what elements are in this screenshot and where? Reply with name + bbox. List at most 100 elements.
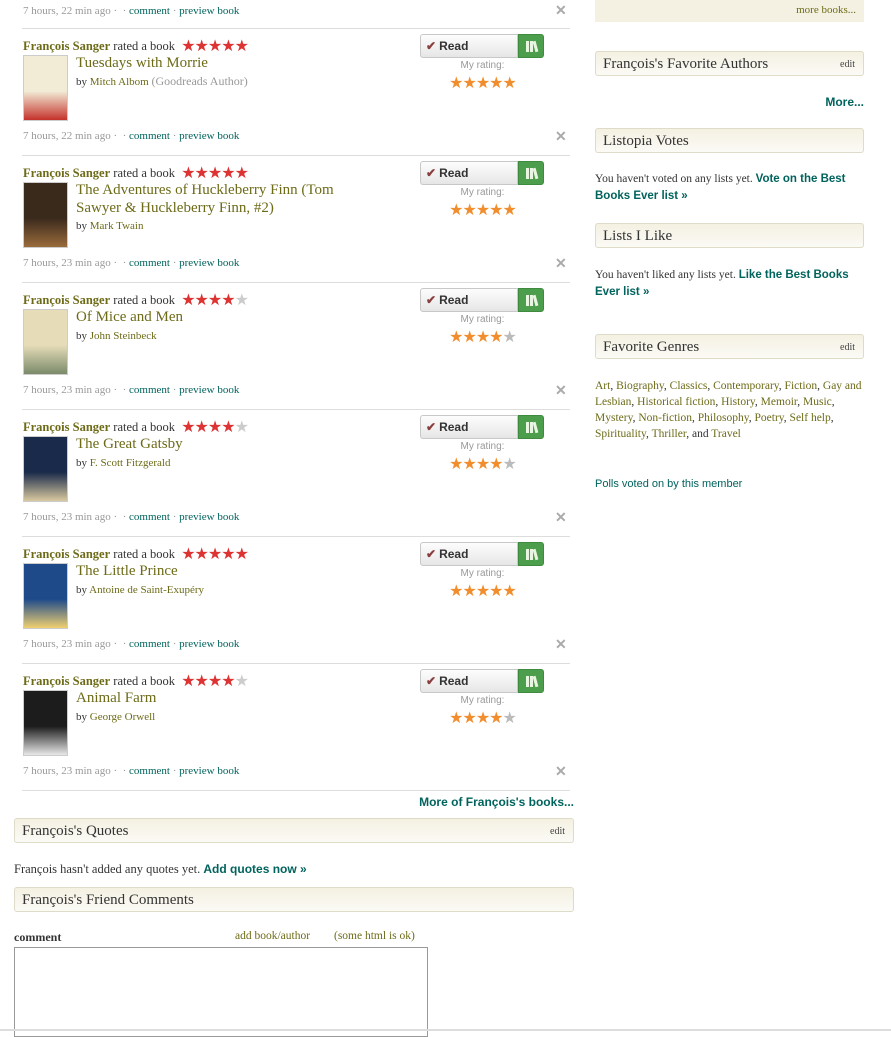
read-shelf-button[interactable]: ✔ Read [420, 161, 518, 185]
shelves-icon[interactable] [518, 669, 544, 693]
my-rating-stars[interactable]: ★★★★★ [420, 200, 545, 219]
genre-link[interactable]: Travel [711, 428, 741, 440]
genre-link[interactable]: History [721, 396, 755, 408]
author-link[interactable]: Mark Twain [90, 220, 144, 232]
my-rating-stars[interactable]: ★★★★★ [420, 454, 545, 473]
preview-book-link[interactable]: preview book [179, 638, 239, 650]
author-link[interactable]: F. Scott Fitzgerald [90, 457, 171, 469]
genre-link[interactable]: Mystery [595, 412, 633, 424]
shelves-icon[interactable] [518, 34, 544, 58]
comment-link[interactable]: comment [129, 5, 170, 17]
genre-link[interactable]: Music [803, 396, 832, 408]
polls-link[interactable]: Polls voted on by this member [595, 478, 742, 490]
book-cover[interactable] [23, 436, 68, 502]
user-name-link[interactable]: François Sanger [23, 674, 110, 688]
genre-link[interactable]: Poetry [755, 412, 784, 424]
my-rating-stars[interactable]: ★★★★★ [420, 327, 545, 346]
author-link[interactable]: John Steinbeck [90, 330, 157, 342]
book-title-link[interactable]: Of Mice and Men [76, 308, 366, 326]
user-name-link[interactable]: François Sanger [23, 166, 110, 180]
update-meta: 7 hours, 23 min ago · · comment · previe… [23, 384, 240, 396]
preview-book-link[interactable]: preview book [179, 511, 239, 523]
author-link[interactable]: George Orwell [90, 711, 155, 723]
my-rating-stars[interactable]: ★★★★★ [420, 581, 545, 600]
star-icon: ★ [207, 417, 222, 436]
genre-link[interactable]: Self help [790, 412, 831, 424]
book-title-link[interactable]: The Adventures of Huckleberry Finn (Tom S… [76, 181, 366, 217]
comment-link[interactable]: comment [129, 511, 170, 523]
shelves-icon[interactable] [518, 415, 544, 439]
user-name-link[interactable]: François Sanger [23, 293, 110, 307]
star-icon: ★ [207, 671, 222, 690]
rating-star-icon: ★ [489, 454, 503, 473]
book-cover[interactable] [23, 182, 68, 248]
genre-link[interactable]: Art [595, 380, 610, 392]
book-title-link[interactable]: The Little Prince [76, 562, 366, 580]
book-title-link[interactable]: Tuesdays with Morrie [76, 54, 366, 72]
close-icon[interactable]: ✕ [555, 256, 567, 270]
close-icon[interactable]: ✕ [555, 383, 567, 397]
edit-authors-link[interactable]: edit [840, 59, 855, 70]
author-link[interactable]: Mitch Albom [90, 76, 149, 88]
shelves-icon[interactable] [518, 288, 544, 312]
genre-link[interactable]: Thriller [652, 428, 687, 440]
shelves-icon[interactable] [518, 161, 544, 185]
genre-link[interactable]: Classics [670, 380, 708, 392]
star-icon: ★ [221, 417, 235, 436]
preview-book-link[interactable]: preview book [179, 765, 239, 777]
more-authors-link[interactable]: More... [825, 95, 864, 109]
preview-book-link[interactable]: preview book [179, 5, 239, 17]
close-icon[interactable]: ✕ [555, 3, 567, 17]
comment-textarea[interactable] [14, 947, 428, 1037]
close-icon[interactable]: ✕ [555, 129, 567, 143]
star-icon: ★ [194, 163, 209, 182]
preview-book-link[interactable]: preview book [179, 257, 239, 269]
comment-link[interactable]: comment [129, 257, 170, 269]
edit-quotes-link[interactable]: edit [550, 826, 565, 837]
author-link[interactable]: Antoine de Saint-Exupéry [89, 584, 204, 596]
user-name-link[interactable]: François Sanger [23, 39, 110, 53]
user-name-link[interactable]: François Sanger [23, 547, 110, 561]
genre-link[interactable]: Spirituality [595, 428, 646, 440]
star-icon: ★ [181, 36, 195, 55]
comment-link[interactable]: comment [129, 384, 170, 396]
read-shelf-button[interactable]: ✔ Read [420, 542, 518, 566]
comment-link[interactable]: comment [129, 130, 170, 142]
genre-link[interactable]: Historical fiction [637, 396, 715, 408]
read-shelf-button[interactable]: ✔ Read [420, 288, 518, 312]
user-name-link[interactable]: François Sanger [23, 420, 110, 434]
genre-link[interactable]: Contemporary [713, 380, 779, 392]
genre-link[interactable]: Non-fiction [638, 412, 692, 424]
genre-link[interactable]: Biography [616, 380, 664, 392]
comment-link[interactable]: comment [129, 638, 170, 650]
genre-link[interactable]: Fiction [785, 380, 818, 392]
star-icon: ★ [181, 671, 195, 690]
book-cover[interactable] [23, 55, 68, 121]
close-icon[interactable]: ✕ [555, 637, 567, 651]
more-books-link[interactable]: More of François's books... [419, 795, 574, 809]
rating-star-icon: ★ [489, 327, 503, 346]
book-title-link[interactable]: Animal Farm [76, 689, 366, 707]
book-cover[interactable] [23, 690, 68, 756]
my-rating-stars[interactable]: ★★★★★ [420, 73, 545, 92]
book-title-link[interactable]: The Great Gatsby [76, 435, 366, 453]
add-quotes-link[interactable]: Add quotes now » [203, 862, 306, 876]
shelves-icon[interactable] [518, 542, 544, 566]
book-cover[interactable] [23, 309, 68, 375]
preview-book-link[interactable]: preview book [179, 384, 239, 396]
edit-genres-link[interactable]: edit [840, 342, 855, 353]
favorite-authors-header: François's Favorite Authors edit [595, 51, 864, 76]
read-shelf-button[interactable]: ✔ Read [420, 34, 518, 58]
genre-link[interactable]: Philosophy [698, 412, 749, 424]
genre-link[interactable]: Memoir [761, 396, 798, 408]
more-books-link[interactable]: more books... [796, 4, 856, 16]
book-cover[interactable] [23, 563, 68, 629]
my-rating-stars[interactable]: ★★★★★ [420, 708, 545, 727]
add-book-author-link[interactable]: add book/author [235, 930, 310, 942]
read-shelf-button[interactable]: ✔ Read [420, 415, 518, 439]
close-icon[interactable]: ✕ [555, 510, 567, 524]
close-icon[interactable]: ✕ [555, 764, 567, 778]
read-shelf-button[interactable]: ✔ Read [420, 669, 518, 693]
comment-link[interactable]: comment [129, 765, 170, 777]
preview-book-link[interactable]: preview book [179, 130, 239, 142]
